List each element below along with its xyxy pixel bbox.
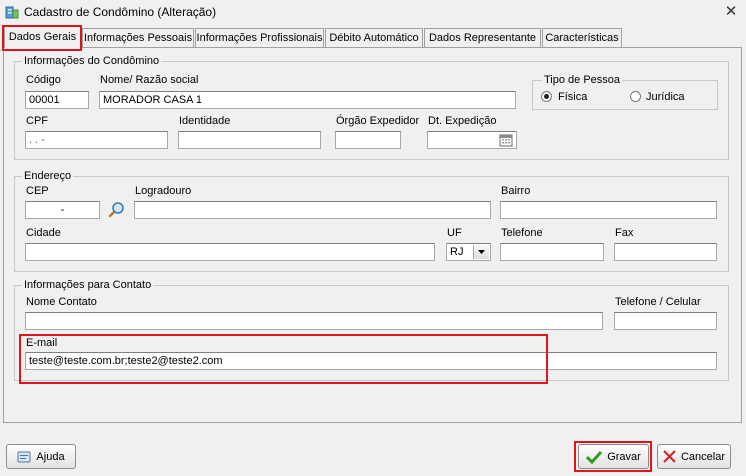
close-x-icon (663, 450, 676, 463)
fax-label: Fax (615, 227, 634, 239)
group-title-contato: Informações para Contato (22, 279, 154, 291)
title-bar: Cadastro de Condômino (Alteração) ✕ (0, 0, 746, 24)
help-button[interactable]: Ajuda (6, 444, 76, 469)
window-title: Cadastro de Condômino (Alteração) (24, 5, 217, 19)
fax-field[interactable] (614, 243, 717, 261)
codigo-label: Código (26, 74, 61, 86)
telefone-label: Telefone (501, 227, 543, 239)
orgao-expedidor-field[interactable] (335, 131, 401, 149)
codigo-field[interactable]: 00001 (25, 91, 89, 109)
tab-informacoes-pessoais[interactable]: Informações Pessoais (82, 28, 194, 47)
tab-dados-representante[interactable]: Dados Representante (424, 28, 541, 47)
juridica-label: Jurídica (646, 91, 685, 103)
group-title-info-condomino: Informações do Condômino (22, 55, 162, 67)
cancel-button[interactable]: Cancelar (657, 444, 731, 469)
identidade-label: Identidade (179, 115, 231, 127)
search-icon[interactable] (106, 201, 125, 219)
fisica-radio[interactable] (541, 91, 552, 102)
help-icon (17, 451, 31, 462)
nome-field[interactable]: MORADOR CASA 1 (99, 91, 516, 109)
fisica-label: Física (558, 91, 588, 103)
nome-label: Nome/ Razão social (100, 74, 199, 86)
nome-contato-label: Nome Contato (26, 296, 97, 308)
cpf-label: CPF (26, 115, 48, 127)
dt-expedicao-label: Dt. Expedição (428, 115, 497, 127)
identidade-field[interactable] (178, 131, 321, 149)
cep-field[interactable]: - (25, 201, 100, 219)
tab-debito-automatico[interactable]: Débito Automático (325, 28, 423, 47)
cidade-label: Cidade (26, 227, 61, 239)
uf-dropdown-button[interactable] (473, 245, 489, 259)
building-icon (5, 6, 19, 19)
help-button-label: Ajuda (36, 450, 65, 463)
group-title-endereco: Endereço (22, 170, 74, 182)
bairro-label: Bairro (501, 185, 531, 197)
uf-label: UF (447, 227, 462, 239)
bairro-field[interactable] (500, 201, 717, 219)
tipo-pessoa-title: Tipo de Pessoa (542, 74, 623, 86)
cep-label: CEP (26, 185, 49, 197)
logradouro-field[interactable] (134, 201, 491, 219)
close-icon[interactable]: ✕ (722, 3, 740, 21)
telefone-field[interactable] (500, 243, 604, 261)
cpf-field[interactable]: . . - (25, 131, 168, 149)
juridica-radio[interactable] (630, 91, 641, 102)
chevron-down-icon (478, 250, 485, 254)
cidade-field[interactable] (25, 243, 435, 261)
cancel-button-label: Cancelar (680, 450, 726, 463)
telefone-celular-label: Telefone / Celular (615, 296, 701, 308)
highlight-box-tab (2, 25, 82, 51)
uf-value: RJ (450, 246, 464, 258)
highlight-box-email (19, 334, 548, 384)
telefone-celular-field[interactable] (614, 312, 717, 330)
tab-caracteristicas[interactable]: Características (542, 28, 622, 47)
calendar-icon[interactable] (499, 133, 513, 147)
orgao-expedidor-label: Órgão Expedidor (336, 115, 420, 127)
tab-informacoes-profissionais[interactable]: Informações Profissionais (195, 28, 324, 47)
logradouro-label: Logradouro (135, 185, 192, 197)
nome-contato-field[interactable] (25, 312, 603, 330)
highlight-box-save (574, 441, 652, 472)
